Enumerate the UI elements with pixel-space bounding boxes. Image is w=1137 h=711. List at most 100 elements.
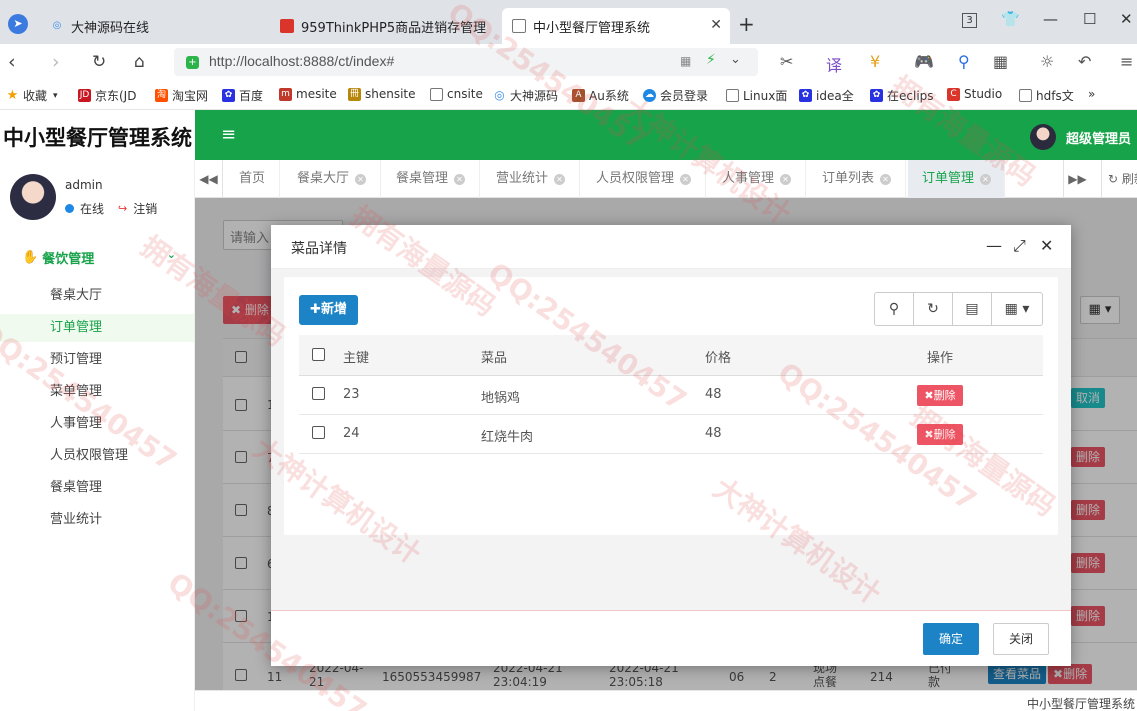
sidebar-item-orders[interactable]: 订单管理	[0, 314, 194, 342]
browser-tab[interactable]: 959ThinkPHP5商品进销存管理	[270, 8, 498, 44]
tab-hr[interactable]: 人事管理 ✕	[708, 160, 807, 198]
bookmark-item[interactable]: ☁ 会员登录	[643, 87, 708, 104]
bookmark-item[interactable]: cnsite	[430, 87, 483, 101]
browser-tab-active[interactable]: 中小型餐厅管理系统 ✕	[502, 8, 730, 44]
bookmark-item[interactable]: hdfs文	[1019, 87, 1074, 104]
back-icon[interactable]: ‹	[8, 51, 16, 73]
bolt-icon[interactable]: ⚡	[706, 52, 716, 68]
scissors-icon[interactable]: ✂	[780, 52, 793, 71]
list-view-icon[interactable]: ▤	[953, 293, 992, 325]
sidebar: admin 在线 ↪ 注销 ✋ 餐饮管理 ⌄ 餐桌大厅 订单管理 预订管理 菜单…	[0, 160, 195, 711]
tab-stats[interactable]: 营业统计 ✕	[482, 160, 581, 198]
sidebar-item-reservations[interactable]: 预订管理	[0, 346, 194, 374]
logout-link[interactable]: 注销	[133, 200, 157, 217]
confirm-button[interactable]: 确定	[923, 623, 979, 655]
sidebar-item-tables[interactable]: 餐桌管理	[0, 474, 194, 502]
sidebar-item-stats[interactable]: 营业统计	[0, 506, 194, 534]
bookmark-item[interactable]: JD 京东(JD	[78, 87, 136, 104]
close-icon[interactable]: ✕	[1040, 236, 1053, 255]
tab-table-mgmt[interactable]: 餐桌管理 ✕	[382, 160, 481, 198]
bookmark-item[interactable]: C Studio	[947, 87, 1002, 101]
refresh-icon[interactable]: ↻	[914, 293, 953, 325]
bookmark-item[interactable]: m mesite	[279, 87, 337, 101]
menu-icon[interactable]: ≡	[1120, 52, 1133, 71]
maximize-icon[interactable]: ⤢	[1013, 236, 1026, 256]
tab-counter-icon[interactable]: 3	[962, 13, 977, 28]
chevron-down-icon[interactable]: ⌄	[730, 52, 741, 67]
bookmark-favorites[interactable]: ★ 收藏 ▾	[6, 87, 58, 104]
table-row: 23 地锅鸡 48 ✖删除	[299, 376, 1043, 415]
add-dish-button[interactable]: ✚新增	[299, 295, 358, 325]
close-icon[interactable]: ✕	[355, 174, 367, 185]
column-header-id[interactable]: 主键	[343, 347, 369, 366]
tabs-scroll-left-icon[interactable]: ◀◀	[195, 160, 223, 198]
sidebar-item-permissions[interactable]: 人员权限管理	[0, 442, 194, 470]
column-header-dish[interactable]: 菜品	[481, 347, 507, 366]
close-icon[interactable]: ✕	[780, 174, 792, 185]
bookmarks-more[interactable]: »	[1088, 87, 1095, 101]
home-icon[interactable]: ⌂	[134, 52, 145, 72]
sidebar-item-dining-hall[interactable]: 餐桌大厅	[0, 282, 194, 310]
close-icon[interactable]: ✕	[880, 174, 892, 185]
sidebar-item-menu[interactable]: 菜单管理	[0, 378, 194, 406]
grid-icon[interactable]: ▦	[993, 52, 1008, 71]
select-all-checkbox[interactable]	[312, 348, 325, 361]
refresh-button[interactable]: ↻ 刷新	[1101, 160, 1137, 198]
logout-icon[interactable]: ↪	[118, 202, 127, 215]
url-input[interactable]: + http://localhost:8888/ct/index# ▦ ⚡ ⌄	[174, 48, 758, 76]
bookmark-item[interactable]: ◎ 大神源码	[493, 87, 558, 104]
brightness-icon[interactable]: ☼	[1040, 52, 1054, 71]
search-icon[interactable]: ⚲	[958, 52, 970, 71]
window-close-icon[interactable]: ✕	[1120, 10, 1133, 28]
bookmark-item[interactable]: ✿ 在eclips	[870, 87, 934, 104]
shirt-icon[interactable]: 👕	[1001, 10, 1020, 28]
qr-icon[interactable]: ▦	[680, 54, 691, 68]
coin-icon[interactable]: ¥	[870, 52, 880, 71]
close-tab-icon[interactable]: ✕	[710, 17, 722, 33]
close-button[interactable]: 关闭	[993, 623, 1049, 655]
app-logo[interactable]: 中小型餐厅管理系统	[0, 110, 195, 160]
browser-logo-icon[interactable]: ➤	[8, 14, 28, 34]
site-favicon-icon: ◎	[52, 20, 62, 31]
reload-icon[interactable]: ↻	[92, 52, 106, 72]
bookmark-item[interactable]: Linux面	[726, 87, 787, 104]
forward-icon[interactable]: ›	[52, 51, 60, 73]
bookmark-item[interactable]: A Au系统	[572, 87, 629, 104]
new-tab-icon[interactable]: +	[738, 12, 755, 36]
user-status: 在线 ↪ 注销	[65, 200, 157, 217]
minimize-icon[interactable]: —	[986, 236, 1002, 255]
tab-home[interactable]: 首页	[225, 160, 281, 198]
game-icon[interactable]: 🎮	[914, 52, 934, 71]
bookmark-item[interactable]: ✿ 百度	[222, 87, 263, 104]
baidu-icon: ✿	[870, 89, 883, 102]
delete-dish-button[interactable]: ✖删除	[917, 385, 963, 406]
bookmark-item[interactable]: 冊 shensite	[348, 87, 416, 101]
close-icon[interactable]: ✕	[980, 174, 992, 185]
search-icon[interactable]: ⚲	[875, 293, 914, 325]
tab-order-mgmt[interactable]: 订单管理 ✕	[908, 160, 1005, 198]
browser-tab[interactable]: ◎ 大神源码在线	[40, 8, 266, 44]
admin-role-label[interactable]: 超级管理员	[1066, 128, 1131, 147]
close-icon[interactable]: ✕	[554, 174, 566, 185]
minimize-icon[interactable]: —	[1043, 10, 1058, 28]
column-header-price[interactable]: 价格	[705, 347, 731, 366]
avatar[interactable]	[1030, 124, 1056, 150]
row-checkbox[interactable]	[312, 387, 325, 400]
close-icon[interactable]: ✕	[680, 174, 692, 185]
undo-icon[interactable]: ↶	[1078, 52, 1091, 71]
sidebar-item-hr[interactable]: 人事管理	[0, 410, 194, 438]
tab-dining-hall[interactable]: 餐桌大厅 ✕	[283, 160, 382, 198]
bookmark-item[interactable]: ✿ idea全	[799, 87, 854, 104]
tab-order-list[interactable]: 订单列表 ✕	[808, 160, 907, 198]
delete-dish-button[interactable]: ✖删除	[917, 424, 963, 445]
hamburger-icon[interactable]: ≡	[221, 124, 236, 145]
tabs-scroll-right-icon[interactable]: ▶▶	[1063, 160, 1091, 198]
bookmark-item[interactable]: 淘淘宝网	[155, 87, 208, 104]
close-icon[interactable]: ✕	[454, 174, 466, 185]
tab-permissions[interactable]: 人员权限管理 ✕	[582, 160, 707, 198]
translate-icon[interactable]: 译	[826, 52, 842, 76]
menu-group-dining[interactable]: ✋ 餐饮管理 ⌄	[22, 248, 182, 267]
columns-icon[interactable]: ▦ ▾	[992, 293, 1042, 325]
maximize-icon[interactable]: ☐	[1083, 10, 1096, 28]
row-checkbox[interactable]	[312, 426, 325, 439]
